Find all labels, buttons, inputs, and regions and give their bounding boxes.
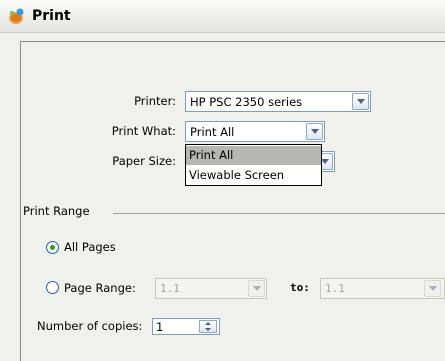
dialog-title: Print	[32, 8, 71, 24]
print-what-label: Print What:	[111, 124, 176, 138]
section-divider	[113, 213, 445, 214]
dialog-content-panel	[20, 41, 445, 361]
page-range-from-value: 1.1	[160, 282, 180, 295]
page-range-radio[interactable]	[46, 281, 59, 294]
chevron-down-icon[interactable]	[352, 93, 369, 110]
printer-label: Printer:	[134, 94, 176, 108]
print-app-icon	[7, 7, 27, 27]
print-what-select[interactable]: Print All	[185, 121, 325, 142]
copies-spinner[interactable]: 1	[152, 318, 220, 335]
spin-up-down-icon[interactable]	[199, 320, 217, 333]
copies-value: 1	[156, 320, 164, 334]
print-range-title: Print Range	[23, 204, 90, 218]
all-pages-radio[interactable]	[46, 241, 59, 254]
all-pages-label[interactable]: All Pages	[64, 240, 116, 254]
page-range-to-value: 1.1	[325, 282, 345, 295]
print-range-section-header: Print Range	[0, 204, 445, 218]
page-range-from-select[interactable]: 1.1	[155, 278, 267, 299]
dropdown-option-print-all[interactable]: Print All	[186, 146, 321, 165]
chevron-down-icon[interactable]	[306, 123, 323, 140]
dropdown-option-viewable-screen[interactable]: Viewable Screen	[186, 166, 321, 185]
chevron-down-icon[interactable]	[424, 280, 441, 297]
dialog-titlebar: Print	[0, 0, 445, 33]
print-what-dropdown-list: Print All Viewable Screen	[185, 144, 322, 186]
print-what-value: Print All	[190, 125, 235, 139]
paper-size-label: Paper Size:	[112, 154, 176, 168]
page-range-label[interactable]: Page Range:	[64, 281, 136, 295]
page-range-to-select[interactable]: 1.1	[320, 278, 445, 299]
chevron-down-icon[interactable]	[248, 280, 265, 297]
page-range-to-label: to:	[290, 281, 310, 294]
copies-label: Number of copies:	[37, 319, 143, 333]
printer-select[interactable]: HP PSC 2350 series	[185, 91, 371, 112]
radio-selected-dot	[50, 245, 55, 250]
printer-value: HP PSC 2350 series	[190, 95, 303, 109]
